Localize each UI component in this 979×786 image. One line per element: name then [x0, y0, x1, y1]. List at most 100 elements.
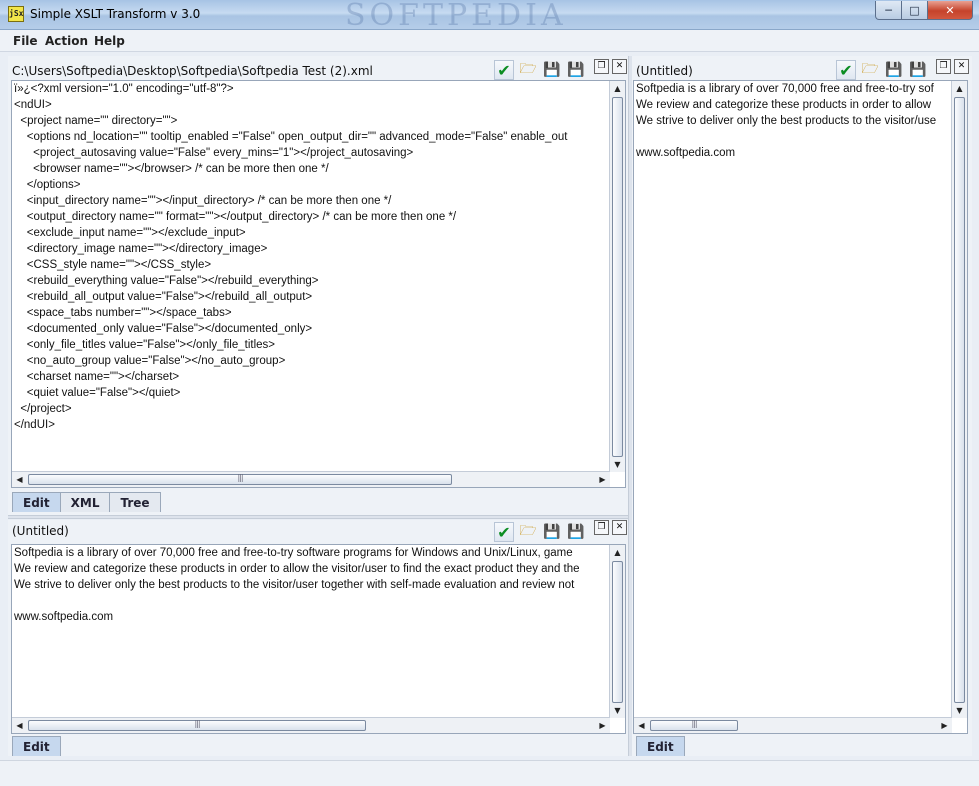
- watermark: SOFTPEDIA: [345, 0, 567, 33]
- status-bar: [0, 760, 979, 786]
- text-line: <space_tabs number=""></space_tabs>: [14, 307, 232, 319]
- tab-xml[interactable]: XML: [59, 492, 111, 512]
- save-icon[interactable]: 💾: [884, 60, 904, 80]
- save-icon[interactable]: 💾: [542, 60, 562, 80]
- scroll-down-icon[interactable]: ▼: [610, 703, 625, 718]
- scroll-right-icon[interactable]: ▶: [937, 718, 952, 733]
- scroll-down-icon[interactable]: ▼: [610, 457, 625, 472]
- tab-edit[interactable]: Edit: [12, 736, 61, 756]
- save-as-icon[interactable]: 💾: [566, 60, 586, 80]
- text-line: </ndUI>: [14, 419, 55, 431]
- scroll-left-icon[interactable]: ◀: [12, 718, 27, 733]
- output-panel-title: (Untitled): [636, 64, 693, 78]
- text-line: <CSS_style name=""></CSS_style>: [14, 259, 212, 271]
- scroll-thumb[interactable]: [612, 561, 623, 703]
- scroll-left-icon[interactable]: ◀: [634, 718, 649, 733]
- scroll-thumb[interactable]: [650, 720, 738, 731]
- text-line: <directory_image name=""></directory_ima…: [14, 243, 268, 255]
- text-line: <browser name=""></browser> /* can be mo…: [14, 163, 329, 175]
- text-line: <rebuild_all_output value="False"></rebu…: [14, 291, 313, 303]
- text-line: <no_auto_group value="False"></no_auto_g…: [14, 355, 286, 367]
- text-line: Softpedia is a library of over 70,000 fr…: [636, 83, 934, 95]
- xml-vertical-scrollbar[interactable]: ▲ ▼: [609, 81, 625, 472]
- menu-file[interactable]: File: [13, 34, 38, 48]
- check-icon[interactable]: ✔: [836, 60, 856, 80]
- restore-icon[interactable]: ❐: [936, 59, 951, 74]
- scroll-right-icon[interactable]: ▶: [595, 718, 610, 733]
- minimize-icon: ─: [885, 3, 892, 17]
- window-title: Simple XSLT Transform v 3.0: [30, 7, 201, 21]
- xml-editor[interactable]: ï»¿<?xml version="1.0" encoding="utf-8"?…: [11, 80, 626, 488]
- xsl-panel: (Untitled) ✔ 🗁 💾 💾 ❐ ✕ Softpedia is a li…: [8, 520, 628, 756]
- text-line: <rebuild_everything value="False"></rebu…: [14, 275, 319, 287]
- scroll-thumb[interactable]: [612, 97, 623, 457]
- text-line: <quiet value="False"></quiet>: [14, 387, 181, 399]
- output-vertical-scrollbar[interactable]: ▲ ▼: [951, 81, 967, 718]
- app-icon: jSx: [8, 6, 24, 22]
- text-line: <documented_only value="False"></documen…: [14, 323, 313, 335]
- xsl-editor[interactable]: Softpedia is a library of over 70,000 fr…: [11, 544, 626, 734]
- text-line: </project>: [14, 403, 72, 415]
- scroll-up-icon[interactable]: ▲: [610, 81, 625, 96]
- check-icon[interactable]: ✔: [494, 60, 514, 80]
- restore-icon[interactable]: ❐: [594, 520, 609, 535]
- output-panel: (Untitled) ✔ 🗁 💾 💾 ❐ ✕ Softpedia is a li…: [632, 56, 972, 756]
- scroll-thumb[interactable]: [954, 97, 965, 703]
- scroll-thumb[interactable]: [28, 720, 366, 731]
- xsl-tabs: Edit: [12, 736, 61, 756]
- xml-panel-title: C:\Users\Softpedia\Desktop\Softpedia\Sof…: [12, 64, 373, 78]
- open-folder-icon[interactable]: 🗁: [860, 60, 880, 80]
- scroll-right-icon[interactable]: ▶: [595, 472, 610, 487]
- xsl-toolbar: ✔ 🗁 💾 💾: [494, 522, 586, 542]
- xsl-vertical-scrollbar[interactable]: ▲ ▼: [609, 545, 625, 718]
- text-line: <ndUI>: [14, 99, 52, 111]
- output-panel-controls: ❐ ✕: [936, 59, 969, 74]
- text-line: <charset name=""></charset>: [14, 371, 180, 383]
- scroll-down-icon[interactable]: ▼: [952, 703, 967, 718]
- close-icon: ✕: [945, 3, 955, 17]
- save-icon[interactable]: 💾: [542, 522, 562, 542]
- xml-horizontal-scrollbar[interactable]: ◀ ▶: [12, 471, 610, 487]
- tab-edit[interactable]: Edit: [12, 492, 61, 512]
- scroll-up-icon[interactable]: ▲: [610, 545, 625, 560]
- close-icon[interactable]: ✕: [954, 59, 969, 74]
- close-icon[interactable]: ✕: [612, 59, 627, 74]
- text-line: We review and categorize these products …: [636, 99, 932, 111]
- text-line: We strive to deliver only the best produ…: [14, 579, 575, 591]
- text-line: We strive to deliver only the best produ…: [636, 115, 937, 127]
- output-panel-header: (Untitled) ✔ 🗁 💾 💾 ❐ ✕: [632, 56, 972, 82]
- scroll-left-icon[interactable]: ◀: [12, 472, 27, 487]
- text-line: www.softpedia.com: [14, 611, 114, 623]
- text-line: <project_autosaving value="False" every_…: [14, 147, 414, 159]
- tab-edit[interactable]: Edit: [636, 736, 685, 756]
- menu-action[interactable]: Action: [45, 34, 88, 48]
- xsl-panel-header: (Untitled) ✔ 🗁 💾 💾 ❐ ✕: [8, 520, 628, 546]
- save-as-icon[interactable]: 💾: [566, 522, 586, 542]
- close-window-button[interactable]: ✕: [928, 1, 973, 20]
- restore-icon[interactable]: ❐: [594, 59, 609, 74]
- xml-panel: C:\Users\Softpedia\Desktop\Softpedia\Sof…: [8, 56, 628, 516]
- scroll-up-icon[interactable]: ▲: [952, 81, 967, 96]
- window-controls: ─ □ ✕: [875, 1, 973, 21]
- output-tabs: Edit: [636, 736, 685, 756]
- close-icon[interactable]: ✕: [612, 520, 627, 535]
- output-horizontal-scrollbar[interactable]: ◀ ▶: [634, 717, 952, 733]
- save-as-icon[interactable]: 💾: [908, 60, 928, 80]
- text-line: <exclude_input name=""></exclude_input>: [14, 227, 246, 239]
- tab-tree[interactable]: Tree: [109, 492, 161, 512]
- xsl-panel-title: (Untitled): [12, 524, 69, 538]
- menu-help[interactable]: Help: [94, 34, 125, 48]
- minimize-button[interactable]: ─: [875, 1, 902, 20]
- maximize-button[interactable]: □: [902, 1, 928, 20]
- title-bar: jSx Simple XSLT Transform v 3.0 SOFTPEDI…: [0, 0, 979, 33]
- check-icon[interactable]: ✔: [494, 522, 514, 542]
- text-line: <project name="" directory="">: [14, 115, 178, 127]
- text-line: Softpedia is a library of over 70,000 fr…: [14, 547, 573, 559]
- xsl-horizontal-scrollbar[interactable]: ◀ ▶: [12, 717, 610, 733]
- output-editor[interactable]: Softpedia is a library of over 70,000 fr…: [633, 80, 968, 734]
- horizontal-splitter[interactable]: [8, 515, 628, 519]
- xml-panel-header: C:\Users\Softpedia\Desktop\Softpedia\Sof…: [8, 56, 628, 82]
- scroll-thumb[interactable]: [28, 474, 452, 485]
- open-folder-icon[interactable]: 🗁: [518, 60, 538, 80]
- open-folder-icon[interactable]: 🗁: [518, 522, 538, 542]
